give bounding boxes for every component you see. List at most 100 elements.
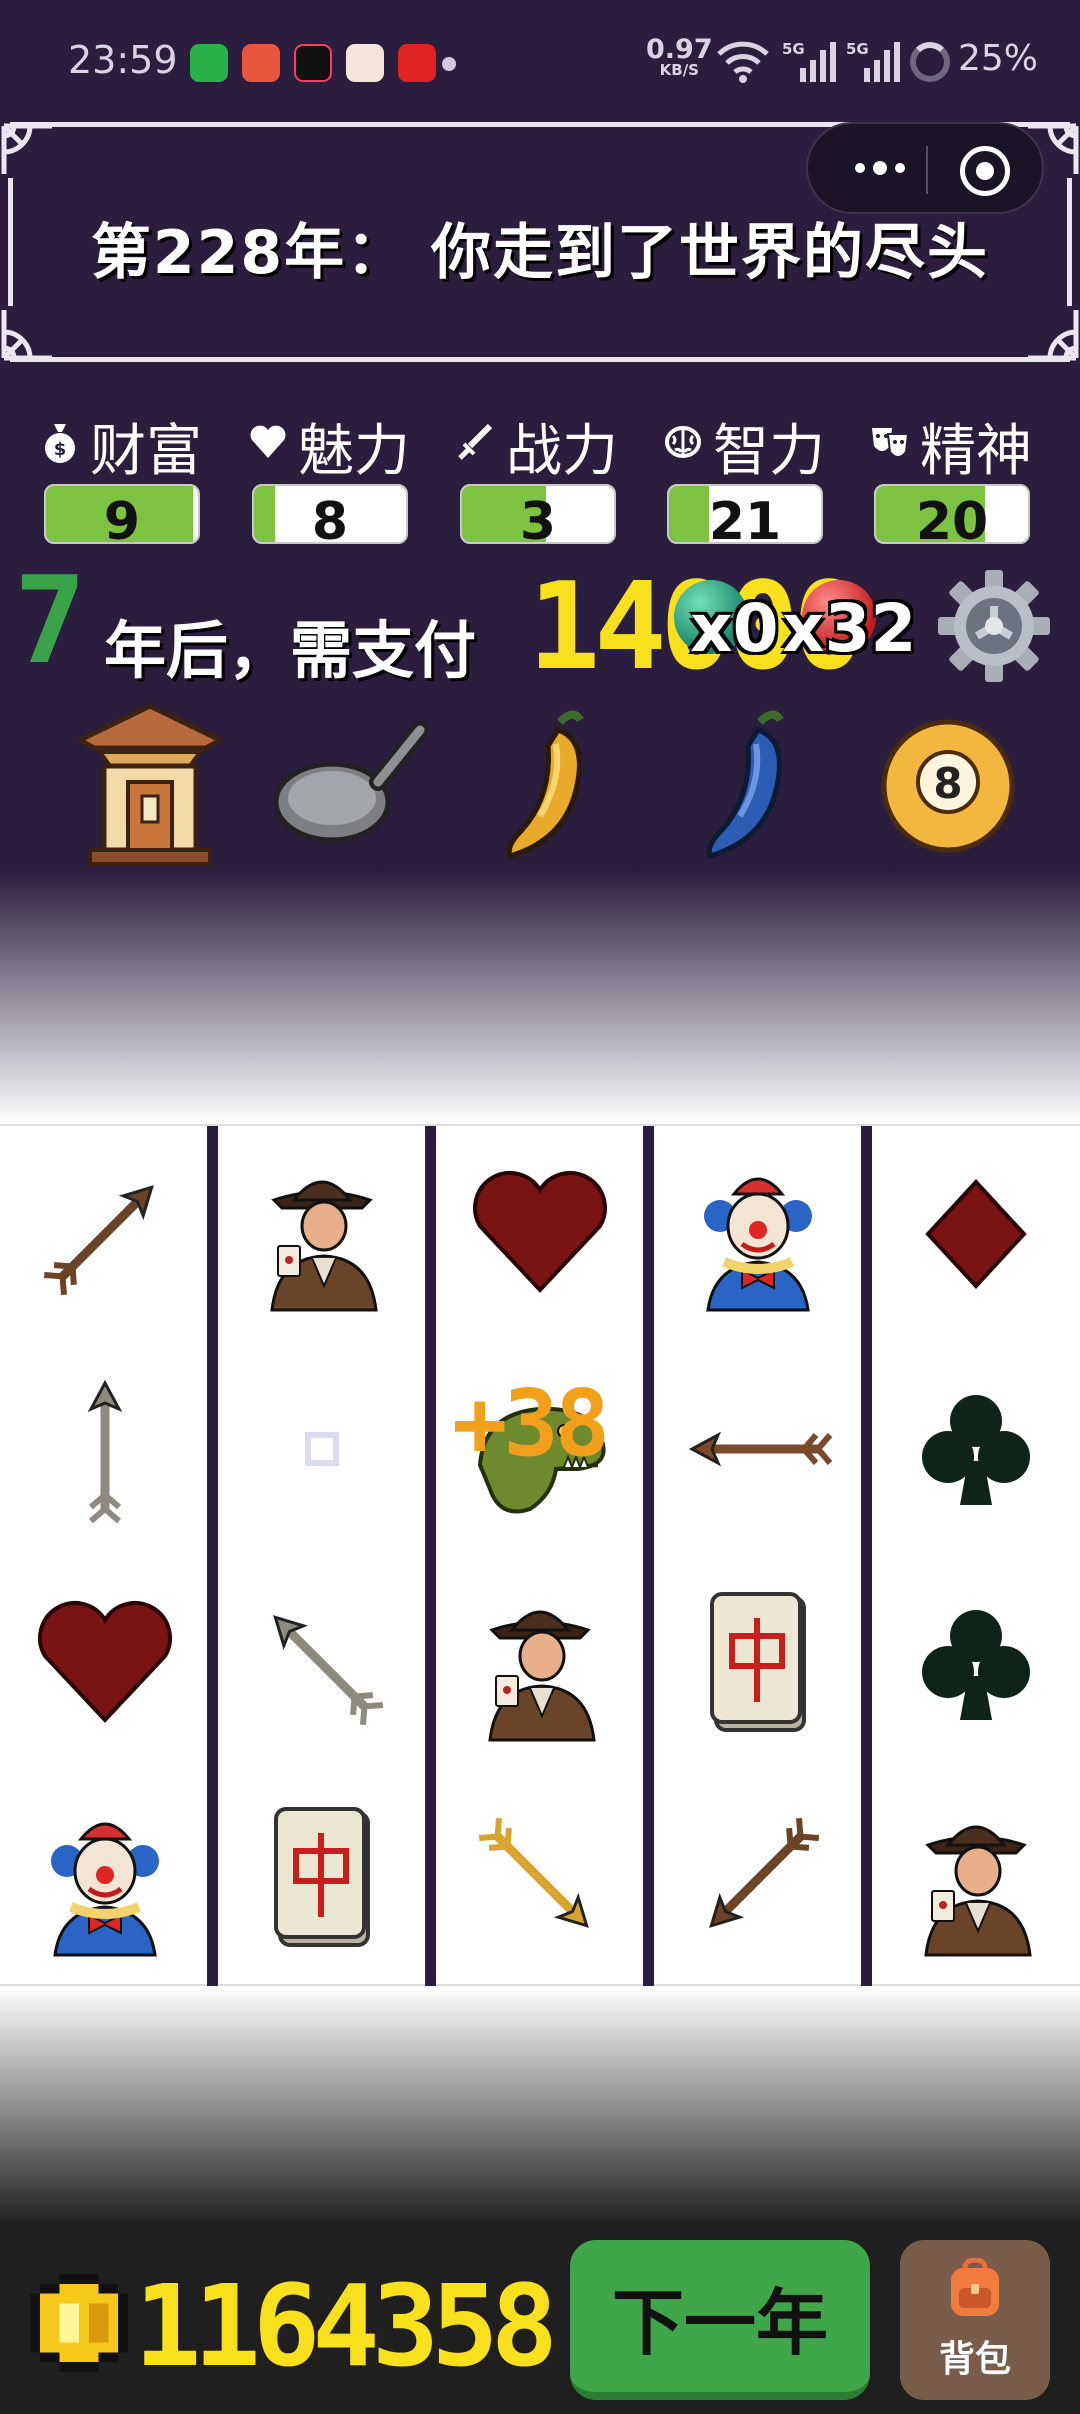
brain-icon xyxy=(661,422,705,471)
frame-corner-ornament xyxy=(1028,310,1079,361)
reel-divider xyxy=(425,1126,436,1988)
stat-3: 智力 21 xyxy=(643,400,843,550)
slot-gambler-icon[interactable] xyxy=(873,1771,1079,1986)
svg-text:8: 8 xyxy=(933,759,962,808)
signal-label: 5G xyxy=(846,40,869,58)
slot-arrow-icon[interactable] xyxy=(2,1341,208,1556)
battery-icon xyxy=(910,42,950,82)
slot-heart-icon[interactable] xyxy=(437,1126,643,1341)
slot-club-icon[interactable] xyxy=(873,1556,1079,1771)
status-bar: 23:59 0.97 KB/S 5G 5G 25% xyxy=(0,0,1080,125)
stats-panel: $ 财富 9 魅力 8 战力 3 智力 21 精神 20 xyxy=(0,400,1080,550)
next-year-button[interactable]: 下一年 xyxy=(570,2240,870,2400)
stat-label: $ 财富 xyxy=(20,406,220,487)
slot-arrow-icon[interactable] xyxy=(2,1126,208,1341)
stat-bar: 20 xyxy=(874,484,1030,544)
bonus-popup: +38 xyxy=(452,1370,610,1477)
stat-4: 精神 20 xyxy=(850,400,1050,550)
signal-5g-icon: 5G xyxy=(782,40,836,82)
stat-bar: 21 xyxy=(667,484,823,544)
yellow-pepper-icon[interactable] xyxy=(470,700,630,870)
slot-arrow-icon[interactable] xyxy=(219,1556,425,1771)
frame-border xyxy=(10,357,1070,362)
stat-name: 战力 xyxy=(506,419,618,484)
stat-name: 财富 xyxy=(90,419,202,484)
owned-items-row: 8 xyxy=(0,700,1080,870)
backpack-label: 背包 xyxy=(938,2339,1011,2380)
game-screen: 23:59 0.97 KB/S 5G 5G 25% 第228年： 你走到了世界的… xyxy=(0,0,1080,2414)
close-miniprogram-button[interactable] xyxy=(960,146,1010,196)
slot-club-icon[interactable] xyxy=(873,1341,1079,1556)
years-remaining: 7 xyxy=(14,552,87,691)
reel-divider xyxy=(861,1126,872,1988)
slot-mahjong-icon[interactable] xyxy=(655,1556,861,1771)
money-bag-icon: $ xyxy=(38,420,82,473)
stat-value: 21 xyxy=(708,492,782,544)
slot-arrow-icon[interactable] xyxy=(655,1341,861,1556)
tiktok-icon xyxy=(294,44,332,82)
settings-gear-icon[interactable] xyxy=(936,568,1052,684)
stat-value: 9 xyxy=(103,492,141,544)
stat-value: 20 xyxy=(915,492,989,544)
stat-label: 战力 xyxy=(436,406,636,487)
reel-divider xyxy=(643,1126,654,1988)
payment-row: 7 年后，需支付 14000 x0 x32 xyxy=(0,560,1080,690)
heart-icon xyxy=(246,422,290,471)
more-menu-button[interactable] xyxy=(838,148,922,188)
background-fade xyxy=(0,870,1080,1125)
slot-diamond-icon[interactable] xyxy=(873,1126,1079,1341)
wifi-icon xyxy=(717,41,769,83)
battery-level: 25% xyxy=(958,38,1039,79)
stat-1: 魅力 8 xyxy=(228,400,428,550)
stat-value: 8 xyxy=(311,492,349,544)
backpack-icon xyxy=(951,2258,999,2316)
slot-heart-icon[interactable] xyxy=(2,1556,208,1771)
slot-empty-icon[interactable] xyxy=(219,1341,425,1556)
stat-0: $ 财富 9 xyxy=(20,400,220,550)
wechat-icon xyxy=(190,44,228,82)
slot-clown-icon[interactable] xyxy=(2,1771,208,1986)
backpack-button[interactable]: 背包 xyxy=(900,2240,1050,2400)
stat-label: 魅力 xyxy=(228,406,428,487)
slot-gambler-icon[interactable] xyxy=(219,1126,425,1341)
svg-text:$: $ xyxy=(54,439,67,460)
stat-bar: 3 xyxy=(460,484,616,544)
mask-icon xyxy=(868,422,912,471)
stat-value: 3 xyxy=(519,492,557,544)
blue-pepper-icon[interactable] xyxy=(670,700,830,870)
stat-name: 魅力 xyxy=(298,419,410,484)
miniprogram-capsule xyxy=(806,122,1044,214)
frame-corner-ornament xyxy=(1,310,52,361)
stat-name: 精神 xyxy=(920,419,1032,484)
notification-icons xyxy=(190,44,436,82)
frame-corner-ornament xyxy=(1,123,52,174)
reel-divider xyxy=(207,1126,218,1988)
stat-label: 智力 xyxy=(643,406,843,487)
app-icon xyxy=(346,44,384,82)
stat-name: 智力 xyxy=(713,419,825,484)
payment-text: 年后，需支付 xyxy=(104,614,477,687)
byd-icon xyxy=(398,44,436,82)
green-multiplier: x0 xyxy=(690,590,779,667)
billiard-8-ball-icon[interactable]: 8 xyxy=(868,700,1028,870)
slot-mahjong-icon[interactable] xyxy=(219,1771,425,1986)
slot-gambler-icon[interactable] xyxy=(437,1556,643,1771)
shrine-icon[interactable] xyxy=(70,700,230,870)
background-fade xyxy=(0,1986,1080,2226)
signal-5g-icon: 5G xyxy=(846,40,900,82)
network-speed: 0.97 KB/S xyxy=(646,36,713,78)
sword-icon xyxy=(454,422,498,471)
stat-2: 战力 3 xyxy=(436,400,636,550)
status-time: 23:59 xyxy=(68,38,178,82)
capsule-divider xyxy=(926,146,928,194)
slot-arrow-icon[interactable] xyxy=(437,1771,643,1986)
slot-arrow-icon[interactable] xyxy=(655,1771,861,1986)
stat-bar: 8 xyxy=(252,484,408,544)
year-title: 第228年： 你走到了世界的尽头 xyxy=(90,218,990,288)
coin-balance: 1164358 xyxy=(134,2262,558,2392)
stat-bar: 9 xyxy=(44,484,200,544)
slot-clown-icon[interactable] xyxy=(655,1126,861,1341)
coin-icon xyxy=(30,2274,128,2372)
slot-grid xyxy=(0,1124,1080,1988)
frying-pan-icon[interactable] xyxy=(270,700,430,870)
